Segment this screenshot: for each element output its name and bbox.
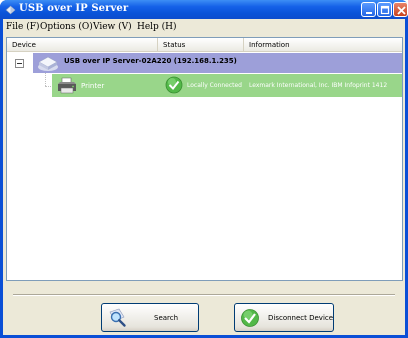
menu-options[interactable]: Options (O)	[40, 22, 93, 32]
tree-connector	[45, 73, 46, 86]
green-check-icon	[165, 76, 183, 94]
close-button[interactable]	[393, 2, 408, 17]
column-header: Device Status Information	[7, 38, 402, 52]
minimize-icon	[366, 12, 372, 14]
server-icon	[38, 56, 58, 71]
column-information[interactable]: Information	[244, 38, 402, 52]
disconnect-device-button[interactable]: Disconnect Device	[234, 303, 334, 332]
device-status: Locally Connected	[187, 82, 242, 89]
menu-bar: File (F) Options (O) View (V) Help (H)	[3, 19, 405, 36]
magnifier-search-icon	[109, 308, 126, 327]
column-device[interactable]: Device	[7, 38, 158, 52]
search-button[interactable]: Search	[101, 303, 199, 332]
window-title: USB over IP Server	[19, 3, 129, 14]
menu-file[interactable]: File (F)	[6, 22, 39, 32]
server-label: USB over IP Server-02A220 (192.168.1.235…	[64, 57, 237, 65]
collapse-toggle[interactable]	[15, 59, 24, 68]
usb-server-icon	[5, 5, 16, 15]
app-window: USB over IP Server File (F) Options (O) …	[0, 0, 408, 338]
device-information: Lexmark International, Inc. IBM Infoprin…	[249, 82, 388, 89]
maximize-icon	[380, 5, 390, 15]
printer-icon	[58, 77, 76, 94]
column-status[interactable]: Status	[158, 38, 244, 52]
menu-help[interactable]: Help (H)	[137, 22, 177, 32]
maximize-button[interactable]	[377, 2, 392, 17]
close-icon	[397, 6, 406, 15]
device-list[interactable]: Device Status Information USB over IP Se…	[6, 37, 403, 281]
green-check-icon	[241, 309, 259, 327]
separator	[13, 294, 395, 296]
menu-view[interactable]: View (V)	[93, 22, 132, 32]
search-button-label: Search	[154, 314, 179, 322]
title-bar[interactable]: USB over IP Server	[0, 0, 408, 19]
minimize-button[interactable]	[361, 2, 376, 17]
disconnect-button-label: Disconnect Device	[268, 314, 334, 322]
device-name: Printer	[81, 82, 105, 90]
